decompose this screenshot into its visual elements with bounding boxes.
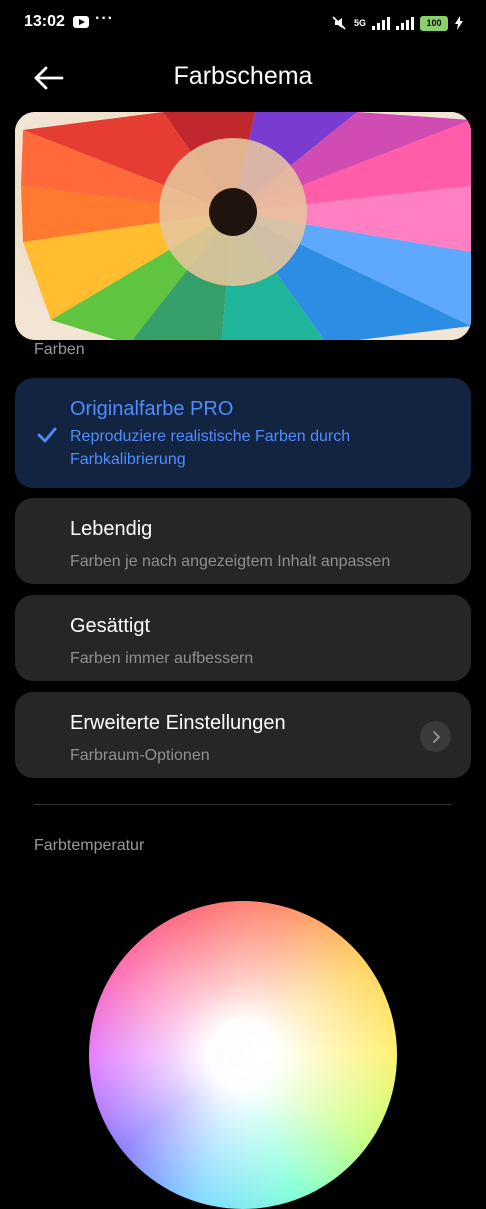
chevron-right-icon — [420, 721, 451, 752]
header: Farbschema — [0, 48, 486, 108]
option-card-originalfarbe-pro[interactable]: Originalfarbe PRO Reproduziere realistis… — [15, 378, 471, 488]
option-card-erweiterte-einstellungen[interactable]: Erweiterte Einstellungen Farbraum-Option… — [15, 692, 471, 778]
option-subtitle: Farbraum-Optionen — [70, 747, 210, 764]
status-icons: 5G 100 — [330, 14, 464, 32]
option-title: Lebendig — [70, 518, 153, 540]
option-title: Erweiterte Einstellungen — [70, 712, 286, 734]
color-wheel-handle[interactable] — [222, 1035, 262, 1075]
check-icon — [37, 427, 57, 443]
status-bar: 13:02 ··· 5G 100 — [0, 0, 486, 48]
option-subtitle: Farben je nach angezeigtem Inhalt anpass… — [70, 553, 391, 570]
youtube-icon — [73, 16, 89, 28]
network-type: 5G — [353, 18, 366, 28]
preview-image — [15, 112, 471, 340]
option-title: Gesättigt — [70, 615, 151, 637]
divider — [34, 804, 452, 805]
battery-level: 100 — [426, 18, 442, 28]
page-title: Farbschema — [173, 62, 313, 90]
charging-icon — [455, 16, 463, 30]
mute-icon — [332, 16, 346, 30]
section-title-color-temperature: Farbtemperatur — [34, 837, 145, 854]
battery-icon: 100 — [420, 15, 448, 31]
more-notifications: ··· — [95, 10, 114, 27]
section-title-colors: Farben — [34, 341, 85, 358]
option-card-lebendig[interactable]: Lebendig Farben je nach angezeigtem Inha… — [15, 498, 471, 584]
option-subtitle: Reproduziere realistische Farben durch F… — [70, 428, 351, 468]
status-time: 13:02 — [24, 13, 65, 30]
option-title: Originalfarbe PRO — [70, 398, 234, 420]
option-card-gesaettigt[interactable]: Gesättigt Farben immer aufbessern — [15, 595, 471, 681]
signal-icon — [372, 16, 390, 30]
colored-pencils-image — [15, 112, 471, 340]
signal-icon-2 — [396, 16, 414, 30]
option-subtitle: Farben immer aufbessern — [70, 650, 254, 667]
